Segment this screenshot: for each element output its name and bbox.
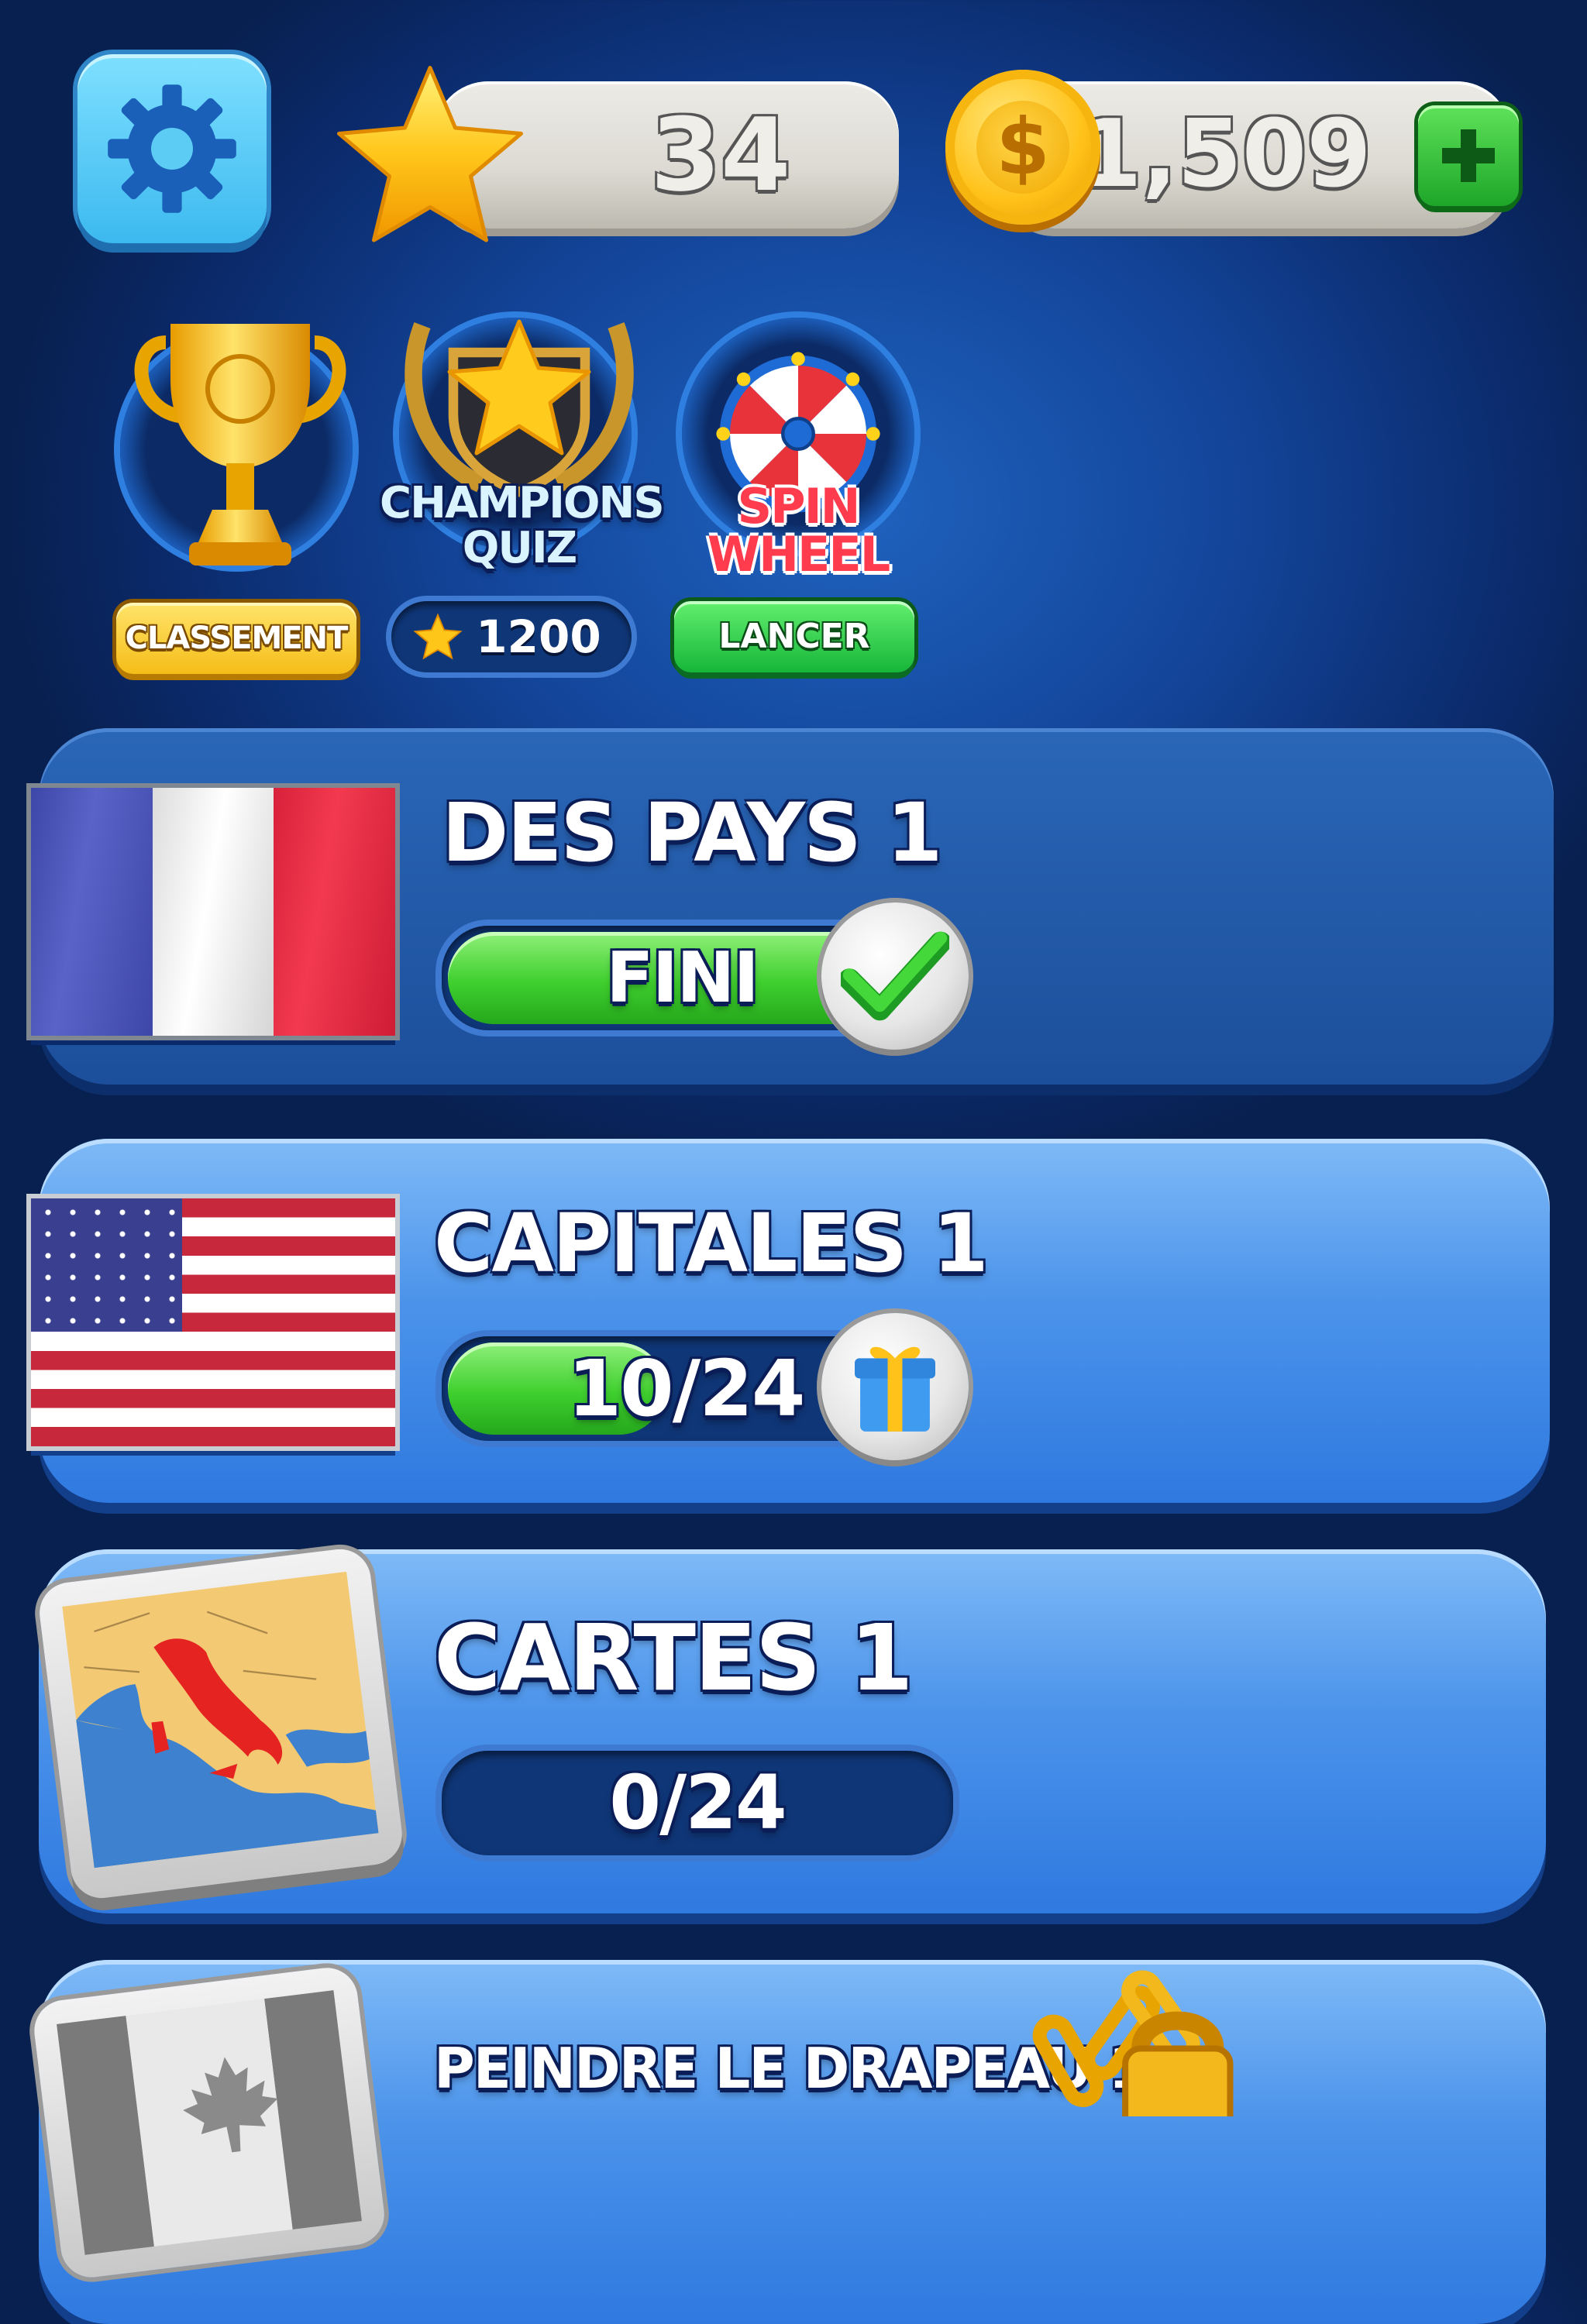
quiz-cost: 1200 — [476, 610, 601, 663]
quiz-cost-pill[interactable]: 1200 — [391, 601, 632, 672]
gift-icon — [855, 1346, 935, 1432]
champions-quiz-feature[interactable]: CHAMPIONS QUIZ 1200 — [380, 310, 665, 697]
france-flag — [31, 788, 396, 1036]
usa-flag — [31, 1198, 395, 1446]
coin-icon: $ — [945, 70, 1100, 225]
spin-title-line2: WHEEL — [707, 526, 891, 583]
progress-label: 0/24 — [609, 1759, 787, 1846]
leaderboard-label: CLASSEMENT — [125, 621, 349, 656]
usa-flag-canton — [31, 1198, 182, 1332]
quiz-title-line2: QUIZ — [462, 523, 578, 573]
plus-icon — [1442, 129, 1495, 182]
canada-flag-tile — [30, 1964, 388, 2281]
maple-leaf-icon — [183, 2057, 278, 2153]
settings-button[interactable] — [77, 54, 267, 243]
padlock-icon — [1032, 1970, 1234, 2116]
add-coins-button[interactable] — [1418, 105, 1519, 206]
star-shield-icon — [404, 319, 634, 497]
leaderboard-feature[interactable]: CLASSEMENT — [108, 310, 372, 697]
reward-badge — [821, 1313, 969, 1460]
star-icon — [337, 66, 523, 242]
italy-map-tile — [36, 1545, 406, 1902]
leaderboard-button[interactable]: CLASSEMENT — [116, 603, 356, 674]
stars-count: 34 — [650, 96, 791, 214]
star-icon — [413, 614, 463, 660]
level-title: CARTES 1 — [434, 1604, 914, 1711]
spin-wheel-feature[interactable]: SPIN WHEEL LANCER — [666, 310, 930, 697]
quiz-title-line1: CHAMPIONS — [380, 478, 665, 528]
spin-button-label: LANCER — [718, 617, 870, 656]
completion-badge — [821, 902, 969, 1050]
trophy-icon — [134, 324, 346, 566]
progress-bar: 0/24 — [442, 1751, 953, 1855]
coins-count: 1,509 — [1077, 101, 1372, 208]
spin-button[interactable]: LANCER — [674, 601, 914, 672]
gear-icon — [108, 84, 236, 213]
checkmark-icon — [841, 931, 949, 1021]
level-title: DES PAYS 1 — [442, 786, 942, 880]
italy-map-icon — [62, 1571, 379, 1868]
level-title: CAPITALES 1 — [434, 1196, 989, 1291]
spin-title-line1: SPIN — [737, 478, 860, 535]
